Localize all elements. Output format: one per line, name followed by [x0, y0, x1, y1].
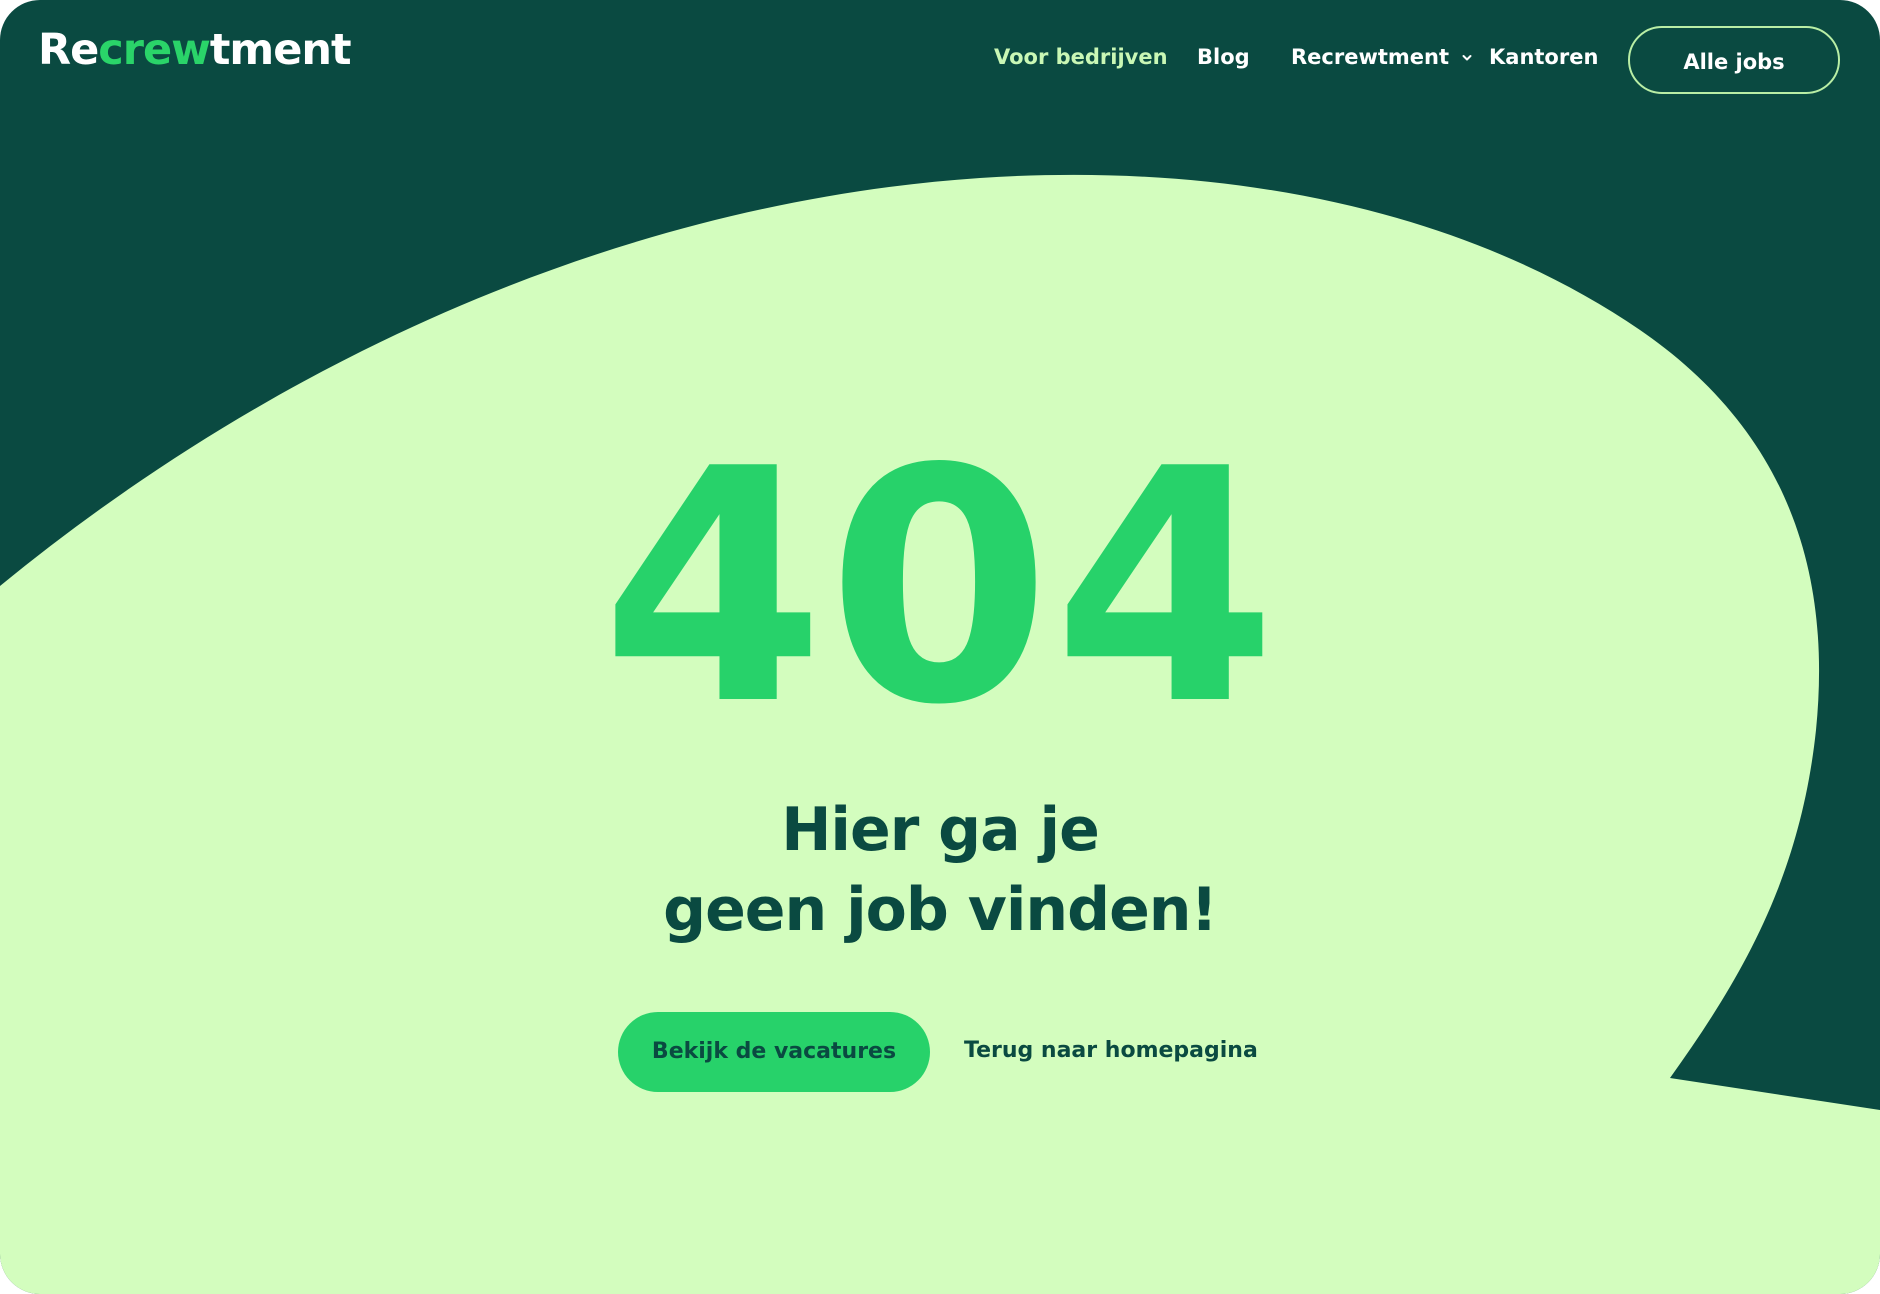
view-vacancies-button[interactable]: Bekijk de vacatures — [618, 1012, 930, 1092]
back-to-homepage-link[interactable]: Terug naar homepagina — [964, 1034, 1258, 1068]
nav-link-recrewtment-label: Recrewtment — [1291, 45, 1450, 69]
chevron-down-icon — [1462, 55, 1472, 61]
error-headline-line-1: Hier ga je — [781, 795, 1100, 865]
alle-jobs-button[interactable]: Alle jobs — [1628, 26, 1840, 94]
nav-link-voor-bedrijven[interactable]: Voor bedrijven — [994, 40, 1168, 74]
main-navigation: Voor bedrijven Blog Recrewtment Kantoren — [0, 40, 1880, 80]
error-headline-line-2: geen job vinden! — [663, 875, 1218, 945]
nav-link-kantoren[interactable]: Kantoren — [1489, 40, 1598, 74]
error-headline: Hier ga je geen job vinden! — [0, 790, 1880, 950]
page-frame: Recrewtment Voor bedrijven Blog Recrewtm… — [0, 0, 1880, 1294]
nav-link-recrewtment[interactable]: Recrewtment — [1291, 40, 1472, 74]
nav-link-blog[interactable]: Blog — [1197, 40, 1250, 74]
error-code: 404 — [600, 400, 1280, 775]
